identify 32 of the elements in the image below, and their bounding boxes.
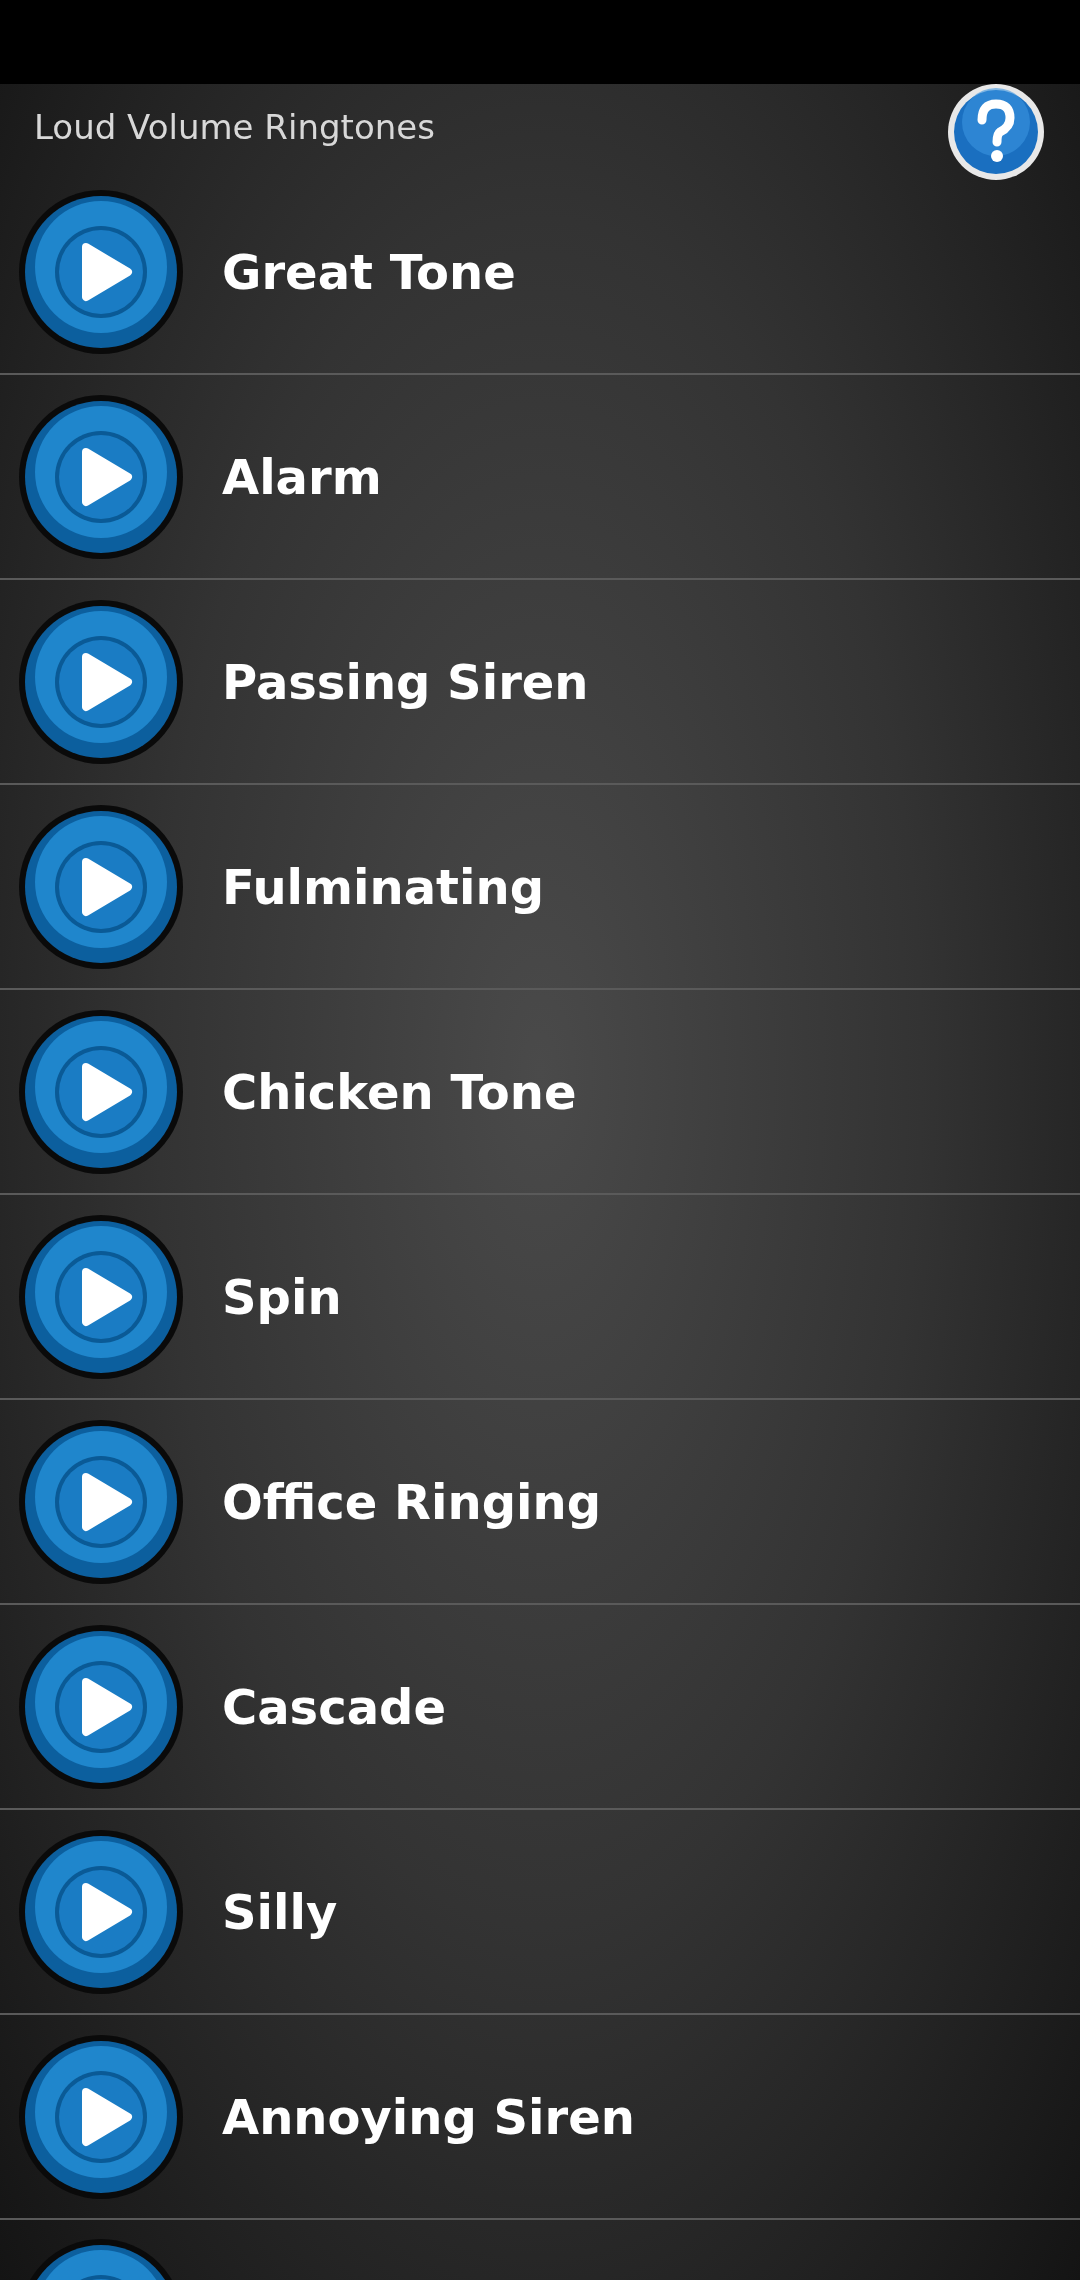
ringtone-row[interactable]: Passing Siren [0, 580, 1080, 785]
ringtone-row[interactable]: Annoying Siren [0, 2015, 1080, 2220]
help-icon[interactable] [946, 82, 1046, 182]
ringtone-title: Office Ringing [222, 1472, 601, 1532]
play-button[interactable] [18, 188, 184, 355]
play-button[interactable] [18, 2033, 184, 2200]
ringtone-title: Chicken Tone [222, 1062, 577, 1122]
play-button[interactable] [18, 1623, 184, 1790]
play-button[interactable] [18, 1008, 184, 1175]
ringtone-row[interactable]: Office Ringing [0, 1400, 1080, 1605]
ringtone-row[interactable]: Spin [0, 1195, 1080, 1400]
ringtone-row[interactable]: Fulminating [0, 785, 1080, 990]
play-button[interactable] [18, 1828, 184, 1995]
play-button[interactable] [18, 598, 184, 765]
ringtone-row[interactable]: Alarm [0, 375, 1080, 580]
play-button[interactable] [18, 393, 184, 560]
ringtone-title: Silly [222, 1882, 338, 1942]
play-button[interactable] [18, 1418, 184, 1585]
ringtone-title: Spin [222, 1267, 342, 1327]
ringtone-row[interactable]: Chicken Tone [0, 990, 1080, 1195]
ringtone-row[interactable]: Silly [0, 1810, 1080, 2015]
play-button[interactable] [18, 1213, 184, 1380]
app-title: Loud Volume Ringtones [34, 105, 435, 149]
ringtone-title: Cascade [222, 1677, 446, 1737]
ringtone-title: Annoying Siren [222, 2087, 635, 2147]
ringtone-row[interactable]: Cascade [0, 1605, 1080, 1810]
play-button[interactable] [18, 803, 184, 970]
ringtone-row[interactable]: Great Tone [0, 170, 1080, 375]
ringtone-title: Great Tone [222, 242, 516, 302]
ringtone-title: Passing Siren [222, 652, 589, 712]
ringtone-title: Alarm [222, 447, 382, 507]
ringtone-title: Fulminating [222, 857, 544, 917]
